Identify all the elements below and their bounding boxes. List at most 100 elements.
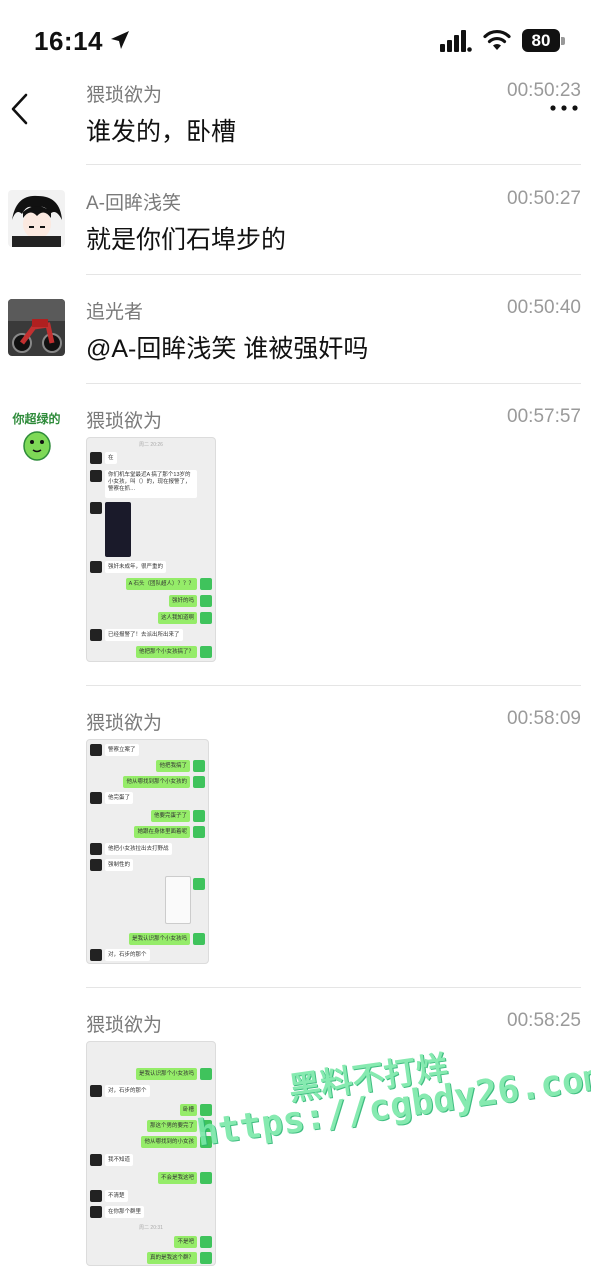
shot-bubble-left: 强制性的 [105, 859, 134, 871]
message-time: 00:58:25 [507, 1010, 581, 1031]
signal-icon [440, 30, 472, 52]
shot-avatar [193, 933, 205, 945]
shot-avatar [90, 629, 102, 641]
divider [86, 383, 581, 384]
shot-bubble-left: 我不知道 [105, 1154, 134, 1166]
shot-bubble-right: 这人我知道啊 [157, 612, 197, 624]
chat-screenshot-image[interactable]: 周二 20:26 在 你们机车堂最近A 搞了那个13岁的小女孩，叫（）的，现在报… [86, 437, 216, 662]
wifi-icon [483, 29, 511, 50]
shot-avatar [193, 760, 205, 772]
location-arrow-icon [111, 31, 129, 49]
shot-avatar [200, 1068, 212, 1080]
divider [86, 685, 581, 686]
shot-avatar [90, 561, 102, 573]
motorcycle-avatar-icon [8, 299, 65, 356]
shot-bubble-left: 在你那个群里 [105, 1206, 145, 1218]
shot-bubble-right: 是我认识那个小女孩吗 [128, 933, 190, 945]
shot-bubble-left: 对，石步的那个 [105, 1085, 150, 1097]
list-item: A-回眸浅笑 00:50:27 就是你们石埠步的 [0, 186, 591, 276]
shot-avatar [193, 810, 205, 822]
list-item: 猥琐欲为 00:58:09 警察立案了 他把我搞了 他从哪找到那个小女孩的 他完… [0, 706, 591, 988]
shot-bubble-right: 不会是我这吧 [157, 1172, 197, 1184]
shot-bubble-right: 他把我搞了 [156, 760, 190, 772]
shot-bubble-right: 他从哪找到的小女孩 [141, 1136, 197, 1148]
shot-bubble-right: 是我认识那个小女孩吗 [135, 1068, 197, 1080]
shot-nested-screenshot [165, 876, 191, 924]
message-time: 00:57:57 [507, 406, 581, 427]
battery-cap [561, 37, 565, 45]
shot-bubble-left: 在 [105, 452, 117, 464]
shot-avatar [90, 502, 102, 514]
shot-bubble-left: 他完蛋了 [105, 792, 134, 804]
shot-bubble-right: 他要完蛋子了 [150, 810, 190, 822]
message-time: 00:50:27 [507, 188, 581, 209]
shot-bubble-right: 真的是我这个群？ [146, 1252, 197, 1264]
shot-bubble-left: 对，石步的那个 [105, 949, 150, 961]
sender-name: 猥琐欲为 [86, 713, 163, 734]
battery-level: 80 [522, 29, 560, 52]
shot-avatar [200, 646, 212, 658]
shot-bubble-right: 强奸的吗 [168, 595, 197, 607]
divider [86, 164, 581, 165]
sender-name: 猥琐欲为 [86, 1015, 163, 1036]
divider [86, 274, 581, 275]
avatar[interactable]: 你超绿的 [8, 408, 65, 465]
status-time: 16:14 [34, 26, 103, 56]
sender-name: 猥琐欲为 [86, 411, 163, 432]
message-text[interactable]: @A-回眸浅笑 谁被强奸吗 [86, 329, 368, 365]
shot-bubble-right: 他从哪找到那个小女孩的 [123, 776, 190, 788]
shot-photo [105, 502, 131, 557]
shot-bubble-right: 他把那个小女孩搞了？ [135, 646, 197, 658]
shot-avatar [90, 792, 102, 804]
message-time: 00:50:40 [507, 297, 581, 318]
shot-avatar [90, 949, 102, 961]
battery-indicator: 80 [522, 29, 566, 52]
shot-bubble-right: 那这个男的要完了 [146, 1120, 197, 1132]
shot-avatar [90, 1154, 102, 1166]
sender-name: A-回眸浅笑 [86, 193, 182, 214]
list-item: 追光者 00:50:40 @A-回眸浅笑 谁被强奸吗 [0, 295, 591, 385]
shot-avatar [200, 595, 212, 607]
shot-avatar [200, 1252, 212, 1264]
shot-bubble-left: 已经报警了！去派出所出来了 [105, 629, 183, 641]
shot-bubble-right: 不是吧 [174, 1236, 197, 1248]
shot-bubble-left: 你们机车堂最近A 搞了那个13岁的小女孩，叫（）的，现在报警了，警察在抓… [105, 470, 197, 498]
avatar[interactable] [8, 190, 65, 247]
anime-avatar-icon [8, 190, 65, 247]
shot-avatar [193, 776, 205, 788]
shot-avatar [90, 470, 102, 482]
avatar[interactable] [8, 299, 65, 356]
shot-avatar [193, 826, 205, 838]
message-time: 00:50:23 [507, 80, 581, 101]
green-face-icon [23, 431, 51, 461]
shot-avatar [200, 612, 212, 624]
shot-bubble-left: 警察立案了 [105, 744, 139, 756]
shot-bubble-left: 他把小女孩拉出去打野战 [105, 843, 172, 855]
shot-avatar [193, 878, 205, 890]
list-item: 你超绿的 猥琐欲为 00:57:57 周二 20:26 在 你们机车堂最近A 搞… [0, 404, 591, 686]
message-text[interactable]: 就是你们石埠步的 [86, 220, 286, 256]
shot-avatar [90, 1085, 102, 1097]
shot-avatar [200, 578, 212, 590]
chat-screenshot-image[interactable]: 警察立案了 他把我搞了 他从哪找到那个小女孩的 他完蛋了 他要完蛋子了 她跟在身… [86, 739, 209, 964]
status-bar: 16:14 80 [0, 0, 591, 70]
shot-bubble-right: 她跟在身体里面着呢 [134, 826, 190, 838]
message-time: 00:58:09 [507, 708, 581, 729]
shot-avatar [90, 843, 102, 855]
shot-avatar [90, 1190, 102, 1202]
shot-avatar [90, 744, 102, 756]
shot-system-time: 周二 20:31 [139, 1225, 163, 1231]
list-item: 猥琐欲为 00:50:23 谁发的，卧槽 [0, 78, 591, 168]
sender-name: 猥琐欲为 [86, 85, 163, 106]
shot-avatar [90, 452, 102, 464]
shot-system-time: 周二 20:26 [139, 442, 163, 448]
shot-avatar [90, 859, 102, 871]
shot-bubble-left: 不清楚 [105, 1190, 128, 1202]
message-text[interactable]: 谁发的，卧槽 [86, 112, 236, 148]
shot-avatar [200, 1236, 212, 1248]
shot-avatar [90, 1206, 102, 1218]
sender-name: 追光者 [86, 302, 144, 323]
chat-screenshot-image[interactable]: 是我认识那个小女孩吗 对，石步的那个 卧槽 那这个男的要完了 他从哪找到的小女孩… [86, 1041, 216, 1266]
shot-bubble-left: 强奸未成年，很严重的 [105, 561, 167, 573]
divider [86, 987, 581, 988]
